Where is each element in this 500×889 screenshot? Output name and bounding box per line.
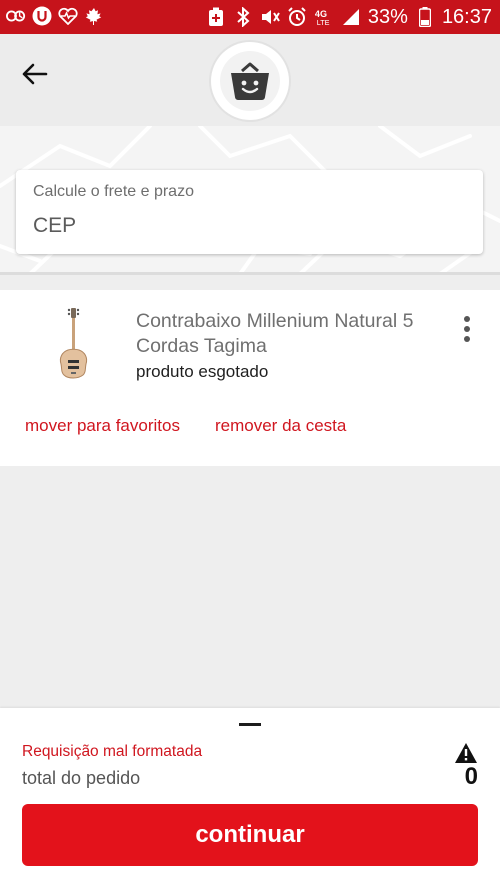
status-bar: 4G LTE 33% 16:37 [0,0,500,34]
signal-icon [341,7,361,27]
order-summary: Requisição mal formatada total do pedido… [0,708,500,889]
svg-text:LTE: LTE [317,18,330,27]
data-usage-icon [6,6,26,26]
status-right-icons: 4G LTE 33% 16:37 [206,4,492,30]
shipping-calculator-card: Calcule o frete e prazo [16,170,483,254]
heart-rate-icon [58,6,78,26]
remove-from-cart-link[interactable]: remover da cesta [215,416,346,436]
product-stock-status: produto esgotado [136,362,269,381]
sheet-handle[interactable] [239,723,261,726]
cart-item: Contrabaixo Millenium Natural 5 Cordas T… [0,290,500,466]
cep-input[interactable] [33,210,453,242]
more-vertical-icon [464,316,470,342]
move-to-favorites-link[interactable]: mover para favoritos [25,416,180,436]
status-left-icons [6,6,104,26]
maple-leaf-icon [84,6,104,26]
battery-percent: 33% [367,6,408,28]
product-image[interactable] [48,306,100,380]
lte-icon: 4G LTE [314,7,334,27]
error-message: Requisição mal formatada [22,743,203,760]
battery-saver-icon [206,7,226,27]
warning-icon [455,743,477,763]
product-name[interactable]: Contrabaixo Millenium Natural 5 Cordas T… [136,309,436,359]
basket-logo [211,42,289,120]
u-app-icon [32,6,52,26]
battery-icon [415,7,435,27]
item-options-button[interactable] [456,314,478,344]
arrow-left-icon [22,63,48,85]
shipping-section: Calcule o frete e prazo [0,126,500,274]
bluetooth-icon [233,7,253,27]
clock: 16:37 [441,6,492,28]
shipping-label: Calcule o frete e prazo [33,183,194,200]
section-divider [0,272,500,275]
continue-button[interactable]: continuar [22,804,478,866]
alarm-icon [287,7,307,27]
bass-guitar-image [59,308,88,379]
smiling-basket-icon [231,62,269,100]
order-total-value: 0 [464,763,478,790]
basket-logo-inner [220,51,280,111]
order-total-label: total do pedido [22,768,141,788]
mute-icon [260,7,280,27]
app-header [0,34,500,126]
back-button[interactable] [18,58,54,90]
